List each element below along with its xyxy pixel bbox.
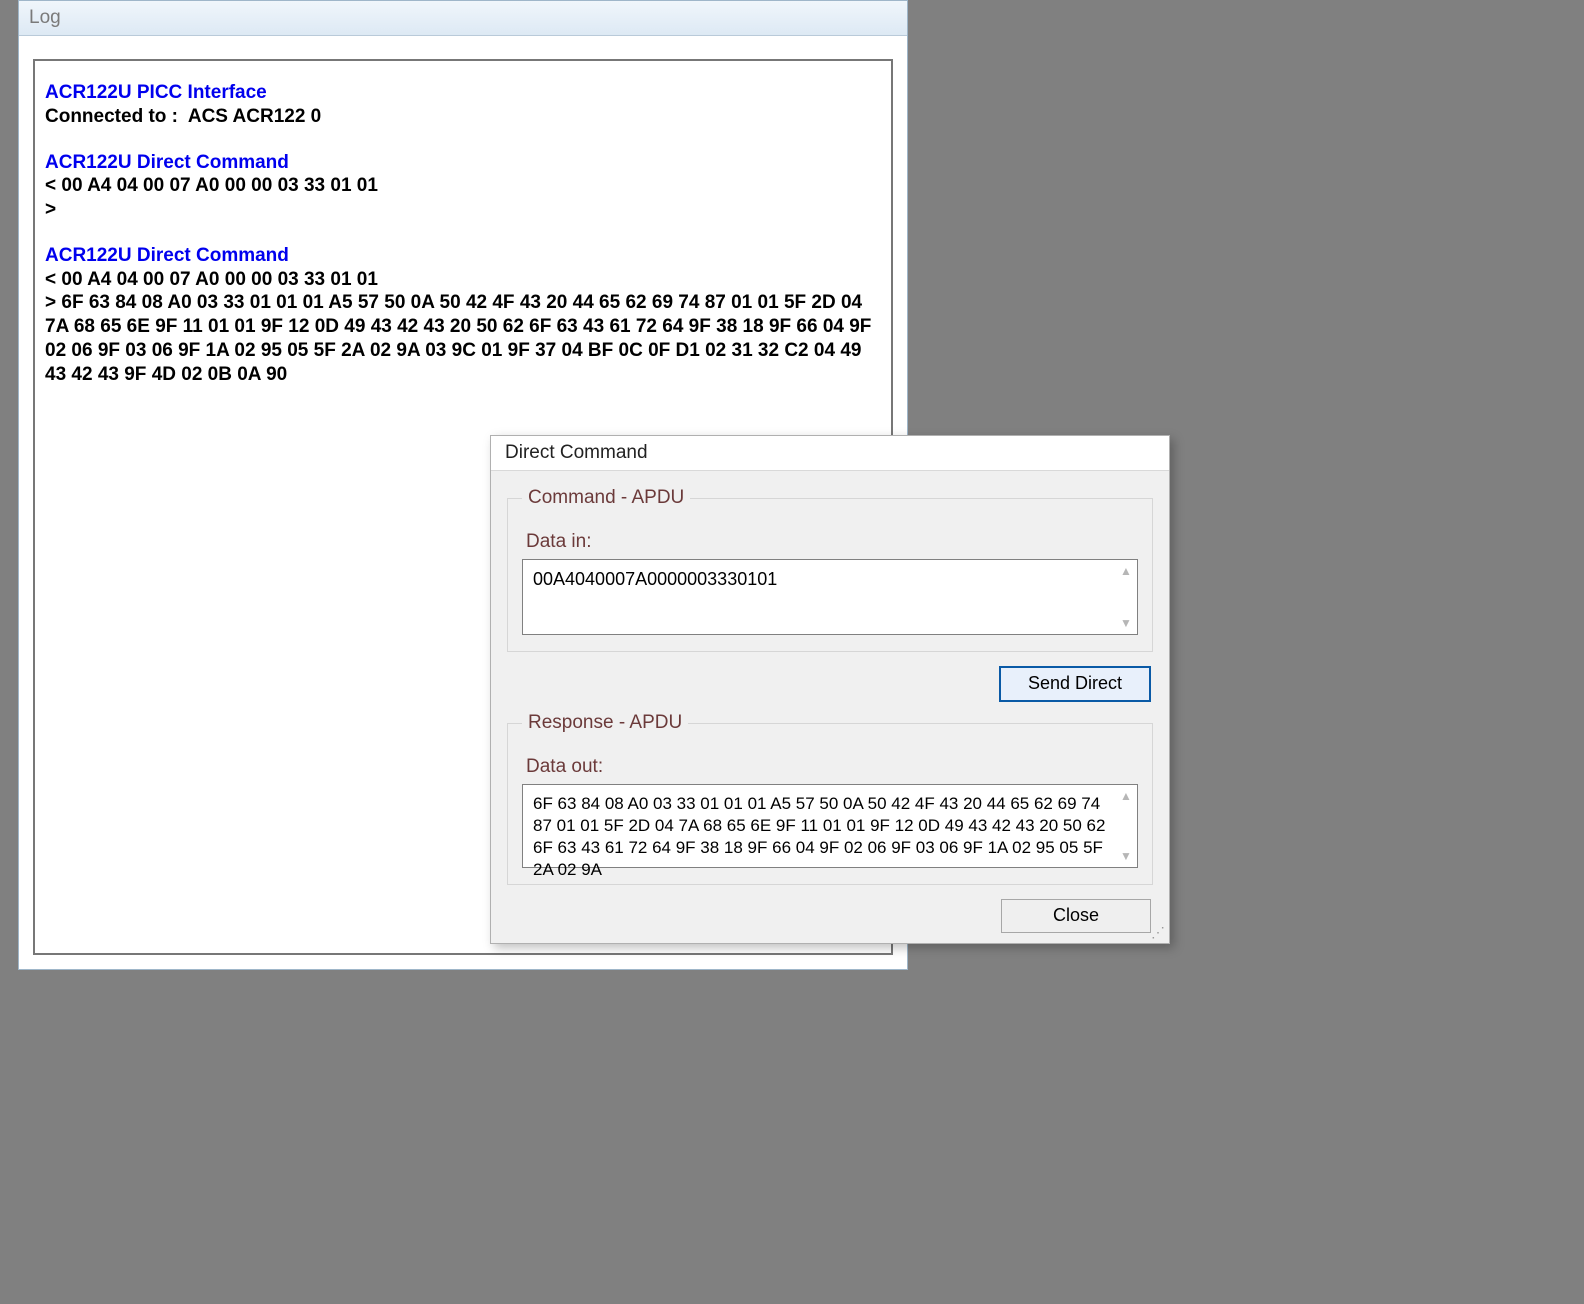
log-line: < 00 A4 04 00 07 A0 00 00 03 33 01 01 (45, 174, 881, 198)
chevron-down-icon[interactable]: ▼ (1120, 849, 1132, 863)
data-in-value: 00A4040007A0000003330101 (523, 560, 1137, 599)
command-apdu-group: Command - APDU Data in: 00A4040007A00000… (507, 487, 1153, 652)
close-button[interactable]: Close (1001, 899, 1151, 933)
log-blank-line (45, 222, 881, 244)
data-out-value: 6F 63 84 08 A0 03 33 01 01 01 A5 57 50 0… (523, 785, 1137, 889)
log-body[interactable]: ACR122U PICC InterfaceConnected to : ACS… (35, 61, 891, 396)
log-window-title: Log (19, 1, 907, 36)
send-direct-button[interactable]: Send Direct (999, 666, 1151, 702)
response-apdu-legend: Response - APDU (522, 712, 688, 734)
data-out-display[interactable]: 6F 63 84 08 A0 03 33 01 01 01 A5 57 50 0… (522, 784, 1138, 868)
log-heading: ACR122U Direct Command (45, 151, 881, 175)
chevron-up-icon[interactable]: ▲ (1120, 564, 1132, 578)
log-line: > (45, 198, 881, 222)
chevron-up-icon[interactable]: ▲ (1120, 789, 1132, 803)
dialog-title: Direct Command (491, 436, 1169, 471)
close-button-row: Close (505, 899, 1155, 937)
command-apdu-legend: Command - APDU (522, 487, 690, 509)
chevron-down-icon[interactable]: ▼ (1120, 616, 1132, 630)
data-in-input[interactable]: 00A4040007A0000003330101 ▲ ▼ (522, 559, 1138, 635)
response-apdu-group: Response - APDU Data out: 6F 63 84 08 A0… (507, 712, 1153, 885)
dialog-content: Command - APDU Data in: 00A4040007A00000… (491, 471, 1169, 943)
log-heading: ACR122U PICC Interface (45, 81, 881, 105)
data-in-spinner[interactable]: ▲ ▼ (1115, 560, 1137, 634)
log-line: < 00 A4 04 00 07 A0 00 00 03 33 01 01 (45, 268, 881, 292)
data-out-label: Data out: (526, 756, 1138, 778)
send-button-row: Send Direct (505, 666, 1155, 706)
log-line: > 6F 63 84 08 A0 03 33 01 01 01 A5 57 50… (45, 291, 881, 386)
log-heading: ACR122U Direct Command (45, 244, 881, 268)
resize-grip-icon[interactable]: ⋰ (1149, 925, 1165, 941)
data-in-label: Data in: (526, 531, 1138, 553)
direct-command-dialog: Direct Command Command - APDU Data in: 0… (490, 435, 1170, 944)
log-blank-line (45, 129, 881, 151)
log-line: Connected to : ACS ACR122 0 (45, 105, 881, 129)
data-out-spinner[interactable]: ▲ ▼ (1115, 785, 1137, 867)
